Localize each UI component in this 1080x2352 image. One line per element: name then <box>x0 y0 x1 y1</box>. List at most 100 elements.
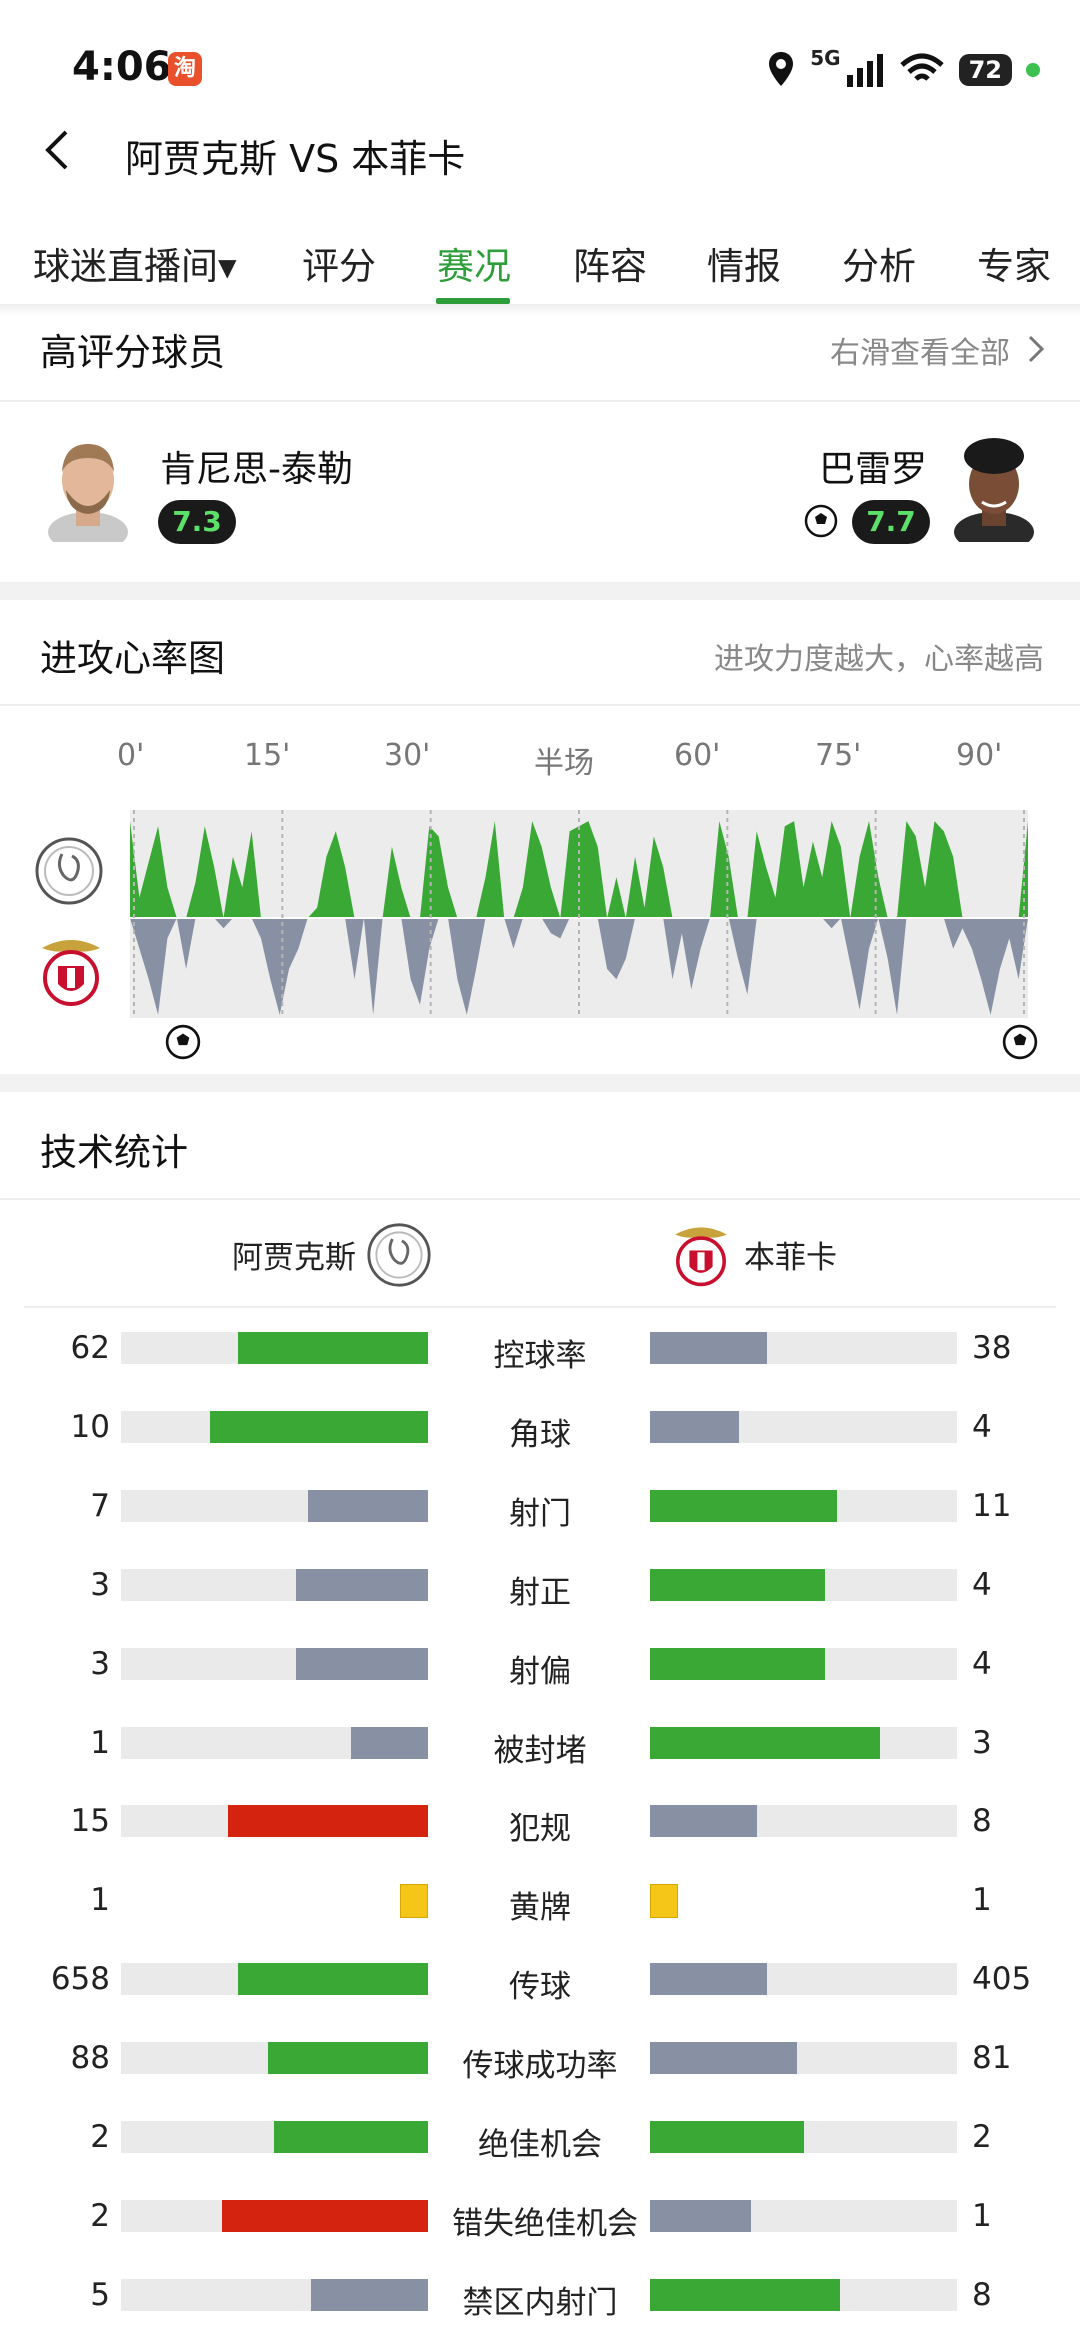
stat-away-fill <box>650 2042 797 2075</box>
goal-ball-icon <box>166 1024 201 1060</box>
time-tick: 90' <box>956 738 1003 773</box>
stat-home-value: 2 <box>90 2119 110 2155</box>
benfica-logo-icon <box>675 1227 727 1287</box>
stat-away-value: 3 <box>972 1724 992 1761</box>
stat-away-value: 4 <box>972 1408 992 1445</box>
top-players-title: 高评分球员 <box>40 331 225 374</box>
stat-away-value: 11 <box>972 1487 1012 1524</box>
tab-intel[interactable]: 情报 <box>707 236 781 290</box>
stat-row: 15 犯规 8 <box>0 1803 1080 1847</box>
stat-home-bar <box>121 1332 428 1364</box>
stat-home-value: 658 <box>50 1961 110 1998</box>
stat-away-fill <box>650 1410 739 1443</box>
yellow-card-icon <box>400 1884 428 1919</box>
stat-away-bar <box>650 1489 957 1522</box>
tab-lineup[interactable]: 阵容 <box>573 236 647 290</box>
stat-away-value: 405 <box>972 1961 1032 1998</box>
player-name-away[interactable]: 巴雷罗 <box>819 440 927 492</box>
stat-home-bar <box>121 1568 428 1601</box>
stat-home-fill <box>274 2121 428 2153</box>
stat-away-value: 2 <box>972 2119 992 2155</box>
stat-label: 传球成功率 <box>462 2048 618 2085</box>
ajax-logo-icon <box>35 837 103 905</box>
stat-away-fill <box>650 2121 804 2153</box>
tab-shadow <box>0 304 1080 316</box>
stat-away-bar <box>650 2042 957 2075</box>
stat-away-fill <box>650 1963 767 1996</box>
stat-label: 绝佳机会 <box>478 2127 602 2163</box>
chevron-right-icon[interactable] <box>1026 334 1046 364</box>
stat-label: 角球 <box>509 1416 571 1453</box>
stat-away-bar <box>650 1332 957 1364</box>
stat-home-bar <box>121 1410 428 1443</box>
time-tick: 60' <box>674 738 721 773</box>
stat-away-fill <box>650 2199 751 2232</box>
tab-analysis[interactable]: 分析 <box>842 236 916 290</box>
stat-away-value: 8 <box>972 1803 992 1840</box>
back-arrow-icon[interactable] <box>38 128 78 172</box>
divider <box>24 1306 1056 1308</box>
stat-home-fill <box>296 1568 428 1601</box>
tab-match-status[interactable]: 赛况 <box>437 236 511 290</box>
stat-home-fill <box>222 2199 428 2232</box>
stat-label: 错失绝佳机会 <box>452 2205 638 2242</box>
stat-away-bar <box>650 1963 957 1996</box>
stat-home-fill <box>308 1489 428 1522</box>
stat-home-fill <box>296 1647 428 1680</box>
player-rating-home: 7.3 <box>158 500 236 544</box>
stat-away-bar <box>650 1805 957 1838</box>
stat-label: 被封堵 <box>493 1732 587 1769</box>
stat-row: 7 射门 11 <box>0 1487 1080 1532</box>
stat-home-value: 1 <box>90 1882 110 1919</box>
stat-label: 射正 <box>509 1574 571 1611</box>
stat-home-bar <box>121 2199 428 2232</box>
stat-away-fill <box>650 1647 825 1680</box>
stat-row: 62 控球率 38 <box>0 1330 1080 1374</box>
player-name-home[interactable]: 肯尼思-泰勒 <box>160 440 353 492</box>
ajax-logo-icon <box>367 1223 431 1287</box>
header: 阿贾克斯 VS 本菲卡 <box>0 110 1080 190</box>
stat-home-fill <box>351 1726 428 1759</box>
goal-ball-icon <box>804 504 838 538</box>
benfica-logo-icon <box>42 940 100 1006</box>
time-tick: 半场 <box>534 746 594 781</box>
stat-away-value: 1 <box>972 1882 992 1919</box>
stat-home-value: 3 <box>90 1566 110 1603</box>
stat-away-bar <box>650 2121 957 2153</box>
stat-away-bar <box>650 1647 957 1680</box>
stat-home-fill <box>238 1332 428 1364</box>
stat-away-value: 4 <box>972 1566 992 1603</box>
stat-away-bar <box>650 2278 957 2311</box>
goal-ball-icon <box>1002 1024 1038 1060</box>
stat-away-fill <box>650 1568 825 1601</box>
stat-home-bar <box>121 1489 428 1522</box>
view-all-link[interactable]: 右滑查看全部 <box>830 328 1010 372</box>
tab-bar: 球迷直播间▾ 评分 赛况 阵容 情报 分析 专家 <box>0 218 1080 308</box>
stat-label: 黄牌 <box>509 1890 571 1927</box>
stat-away-value: 38 <box>972 1330 1012 1366</box>
tech-stats-title: 技术统计 <box>40 1131 188 1174</box>
stat-label: 射偏 <box>509 1653 571 1690</box>
tab-experts[interactable]: 专家 <box>977 236 1051 290</box>
stat-row: 658 传球 405 <box>0 1961 1080 2005</box>
stat-home-fill <box>268 2042 428 2075</box>
stat-home-bar <box>121 1647 428 1680</box>
stat-label: 射门 <box>509 1495 571 1532</box>
player-rating-away: 7.7 <box>852 500 930 544</box>
stat-away-fill <box>650 1332 767 1364</box>
tab-ratings[interactable]: 评分 <box>302 236 376 290</box>
home-team-name: 阿贾克斯 <box>232 1240 356 1276</box>
divider <box>0 400 1080 402</box>
stat-label: 禁区内射门 <box>462 2284 618 2321</box>
stat-row: 2 绝佳机会 2 <box>0 2119 1080 2163</box>
stat-row: 3 射偏 4 <box>0 1645 1080 1690</box>
tab-fan-live[interactable]: 球迷直播间▾ <box>33 236 237 290</box>
stat-label: 控球率 <box>493 1338 587 1374</box>
stat-home-bar <box>121 2042 428 2075</box>
player-avatar-home <box>48 444 128 542</box>
network-type: 5G <box>810 46 841 70</box>
stat-away-value: 4 <box>972 1645 992 1682</box>
stat-away-fill <box>650 2278 840 2311</box>
stat-home-bar <box>121 1805 428 1838</box>
time-tick: 15' <box>244 738 291 773</box>
